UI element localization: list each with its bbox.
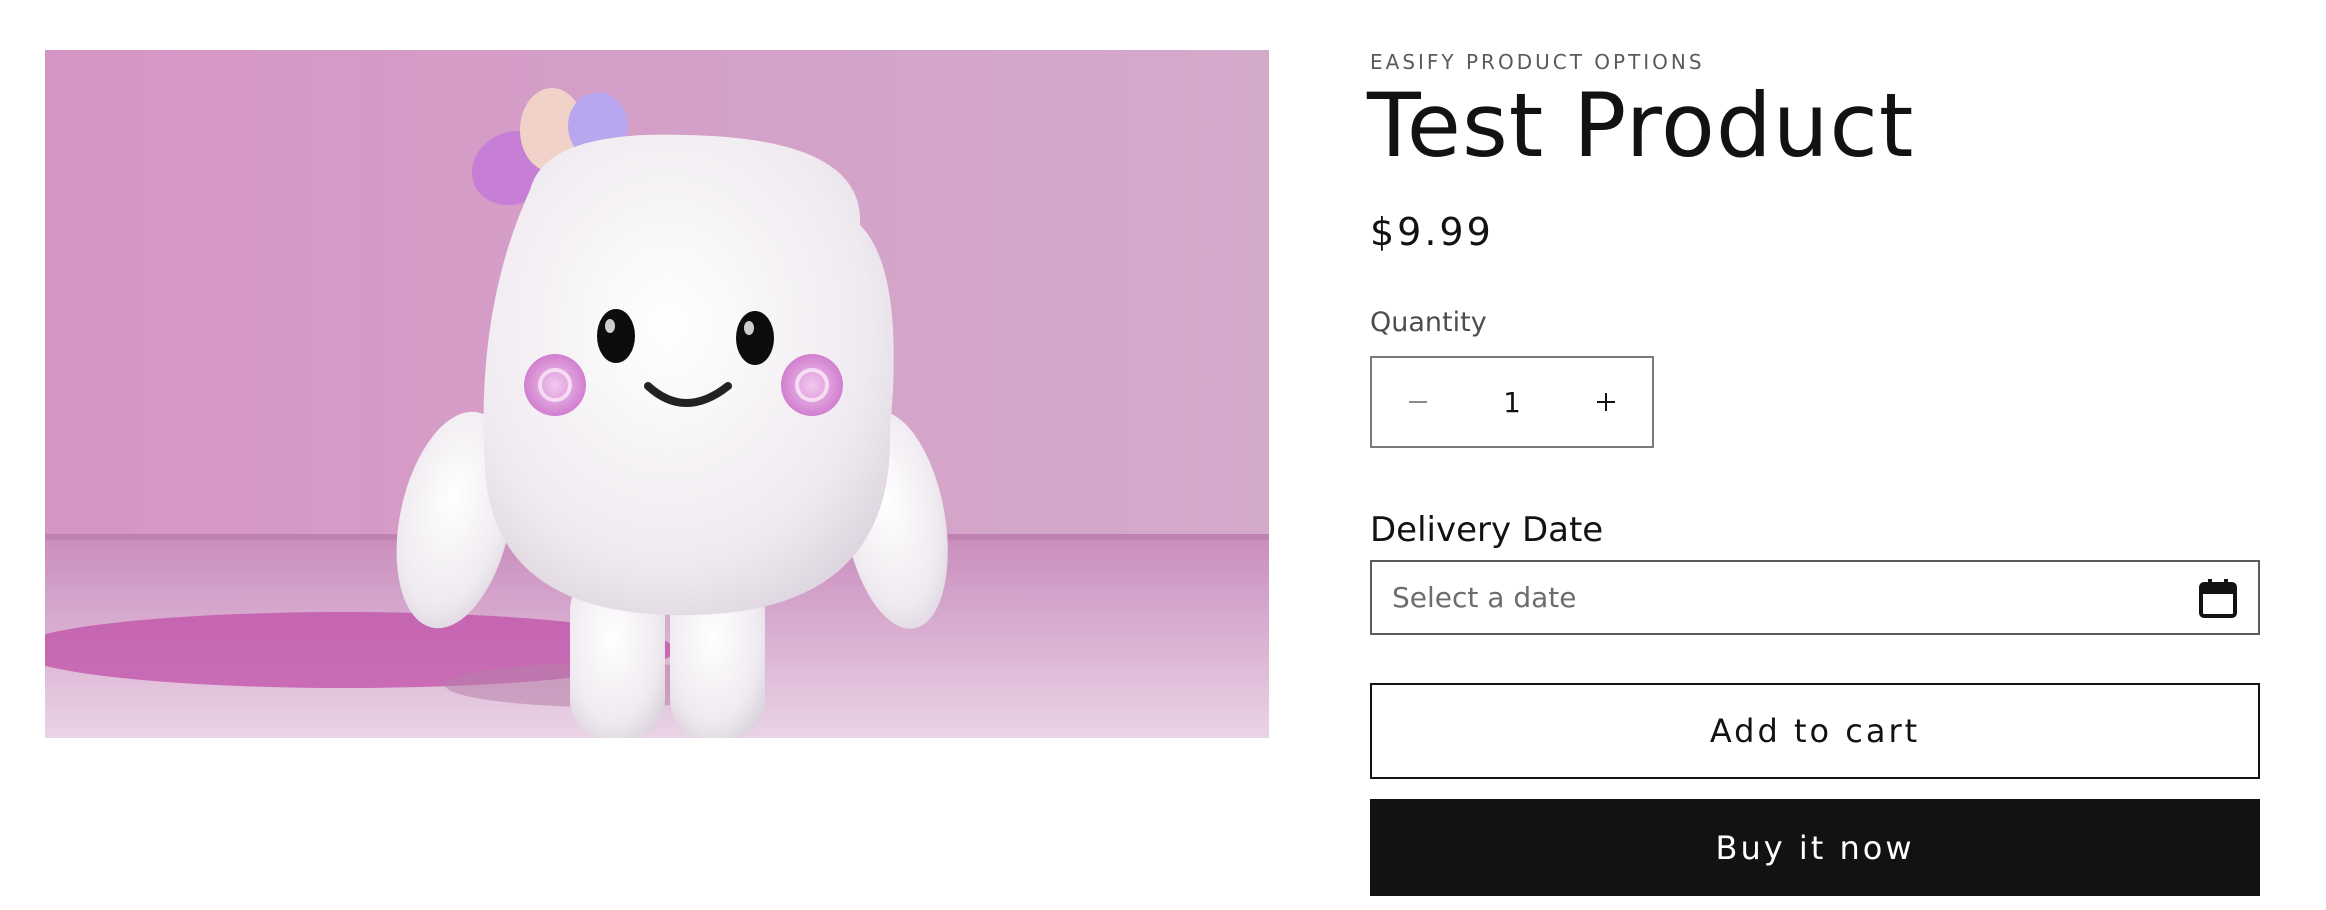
plus-icon [1597,393,1615,411]
marshmallow-illustration [45,50,1269,738]
increase-quantity-button[interactable] [1560,358,1652,446]
product-vendor: EASIFY PRODUCT OPTIONS [1370,50,1705,74]
buy-now-button[interactable]: Buy it now [1370,799,2260,896]
delivery-date-input[interactable]: Select a date [1370,560,2260,635]
quantity-stepper: 1 [1370,356,1654,448]
product-price: $9.99 [1370,210,1494,254]
add-to-cart-button[interactable]: Add to cart [1370,683,2260,779]
quantity-input[interactable]: 1 [1464,386,1560,419]
delivery-date-label: Delivery Date [1370,510,1604,550]
quantity-label: Quantity [1370,307,1487,338]
minus-icon [1409,401,1427,403]
decrease-quantity-button[interactable] [1372,358,1464,446]
calendar-icon[interactable] [2198,577,2238,619]
delivery-date-placeholder: Select a date [1392,581,1577,614]
product-title: Test Product [1367,74,1915,177]
product-image[interactable] [45,50,1269,738]
